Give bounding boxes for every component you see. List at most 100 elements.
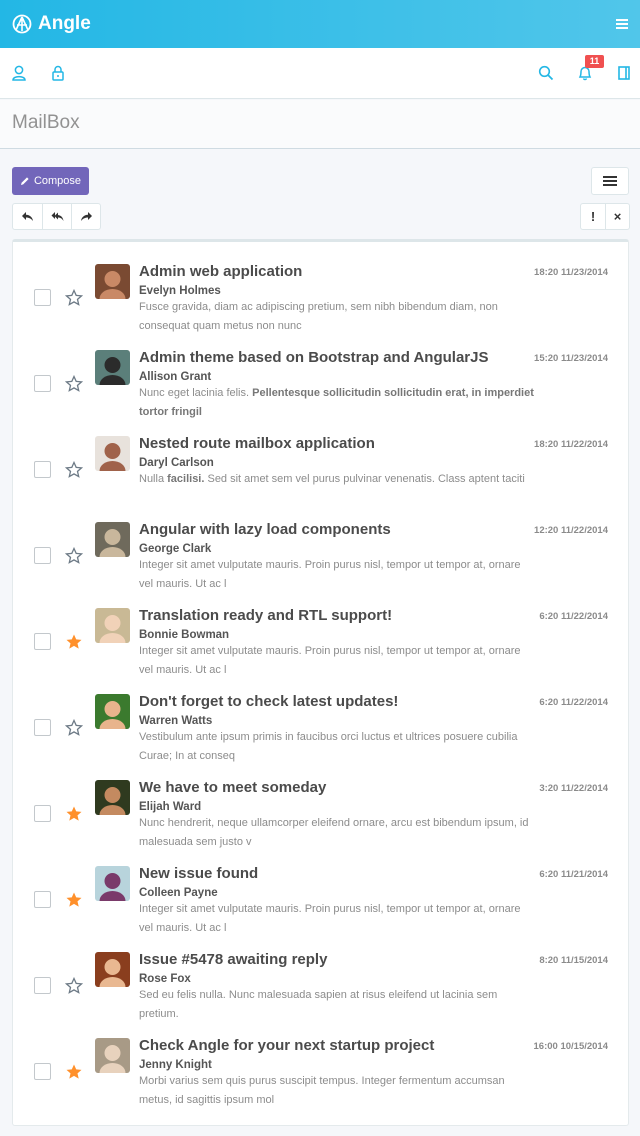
mail-subject[interactable]: New issue found bbox=[139, 865, 258, 882]
reply-icon bbox=[22, 212, 33, 221]
brand-logo[interactable]: Angle bbox=[12, 10, 91, 38]
top-navbar: Angle bbox=[0, 0, 640, 48]
star-outline-icon[interactable] bbox=[65, 977, 83, 995]
mail-checkbox[interactable] bbox=[34, 633, 51, 650]
mail-item[interactable]: Admin web application Evelyn Holmes Fusce … bbox=[13, 242, 628, 332]
avatar bbox=[95, 952, 130, 987]
mail-timestamp: 18:20 11/22/2014 bbox=[534, 439, 608, 450]
mail-checkbox[interactable] bbox=[34, 805, 51, 822]
mail-sender: Warren Watts bbox=[139, 715, 213, 727]
mail-sender: Evelyn Holmes bbox=[139, 285, 221, 297]
mail-timestamp: 3:20 11/22/2014 bbox=[539, 783, 608, 794]
forward-button[interactable] bbox=[71, 204, 100, 229]
mail-subject[interactable]: Translation ready and RTL support! bbox=[139, 607, 392, 624]
forward-icon bbox=[80, 212, 92, 221]
mail-preview: Nulla facilisi. Sed sit amet sem vel pur… bbox=[139, 470, 534, 489]
mail-checkbox[interactable] bbox=[34, 719, 51, 736]
pencil-icon bbox=[20, 177, 29, 185]
avatar bbox=[95, 264, 130, 299]
preview-text: Nunc eget lacinia felis. bbox=[139, 387, 253, 399]
mail-preview: Morbi varius sem quis purus suscipit tem… bbox=[139, 1072, 534, 1110]
avatar bbox=[95, 694, 130, 729]
delete-button[interactable]: × bbox=[605, 204, 629, 229]
list-menu-icon bbox=[603, 176, 617, 186]
mail-checkbox[interactable] bbox=[34, 1063, 51, 1080]
mail-item[interactable]: Translation ready and RTL support! Bonnie… bbox=[13, 586, 628, 676]
mail-checkbox[interactable] bbox=[34, 461, 51, 478]
mail-timestamp: 8:20 11/15/2014 bbox=[539, 955, 608, 966]
mail-timestamp: 18:20 11/23/2014 bbox=[534, 267, 608, 278]
reply-actions-group bbox=[12, 203, 101, 230]
compose-button[interactable]: Compose bbox=[12, 167, 89, 195]
preview-text: Nulla bbox=[139, 473, 168, 485]
star-outline-icon[interactable] bbox=[65, 719, 83, 737]
mail-timestamp: 15:20 11/23/2014 bbox=[534, 353, 608, 364]
mail-sender: Elijah Ward bbox=[139, 801, 202, 813]
preview-text: facilisi. bbox=[167, 473, 205, 485]
avatar bbox=[95, 866, 130, 901]
star-filled-icon[interactable] bbox=[65, 1063, 83, 1081]
mail-sender: Bonnie Bowman bbox=[139, 629, 230, 641]
mail-subject[interactable]: We have to meet someday bbox=[139, 779, 326, 796]
reply-button[interactable] bbox=[13, 204, 42, 229]
mail-list-panel: Admin web application Evelyn Holmes Fusce … bbox=[12, 239, 629, 1126]
mail-item[interactable]: Admin theme based on Bootstrap and Angul… bbox=[13, 328, 628, 418]
mail-item[interactable]: Issue #5478 awaiting reply Rose Fox Sed eu… bbox=[13, 930, 628, 1020]
mark-actions-group: ! × bbox=[580, 203, 630, 230]
content-heading: MailBox bbox=[0, 100, 640, 149]
mail-menu-button[interactable] bbox=[591, 167, 629, 195]
star-filled-icon[interactable] bbox=[65, 891, 83, 909]
mail-subject[interactable]: Issue #5478 awaiting reply bbox=[139, 951, 327, 968]
mail-timestamp: 16:00 10/15/2014 bbox=[533, 1041, 608, 1052]
reply-all-button[interactable] bbox=[42, 204, 71, 229]
star-outline-icon[interactable] bbox=[65, 289, 83, 307]
mail-timestamp: 6:20 11/22/2014 bbox=[539, 611, 608, 622]
mail-timestamp: 6:20 11/22/2014 bbox=[539, 697, 608, 708]
mail-timestamp: 12:20 11/22/2014 bbox=[534, 525, 608, 536]
mail-item[interactable]: We have to meet someday Elijah Ward Nunc h… bbox=[13, 758, 628, 848]
mail-item[interactable]: New issue found Colleen Payne Integer sit … bbox=[13, 844, 628, 934]
avatar bbox=[95, 1038, 130, 1073]
search-icon[interactable] bbox=[537, 64, 555, 82]
user-icon[interactable] bbox=[10, 64, 28, 82]
icon-bar bbox=[0, 48, 640, 99]
mail-checkbox[interactable] bbox=[34, 289, 51, 306]
reply-all-icon bbox=[51, 212, 63, 221]
mail-subject[interactable]: Admin web application bbox=[139, 263, 302, 280]
mail-sender: Jenny Knight bbox=[139, 1059, 212, 1071]
star-outline-icon[interactable] bbox=[65, 375, 83, 393]
mail-subject[interactable]: Admin theme based on Bootstrap and Angul… bbox=[139, 349, 488, 366]
notification-badge: 11 bbox=[585, 55, 604, 68]
mail-subject[interactable]: Nested route mailbox application bbox=[139, 435, 375, 452]
avatar bbox=[95, 780, 130, 815]
mail-item[interactable]: Don't forget to check latest updates! War… bbox=[13, 672, 628, 762]
close-icon: × bbox=[613, 209, 622, 224]
star-outline-icon[interactable] bbox=[65, 547, 83, 565]
mail-subject[interactable]: Don't forget to check latest updates! bbox=[139, 693, 398, 710]
mail-subject[interactable]: Angular with lazy load components bbox=[139, 521, 391, 538]
brand-name: Angle bbox=[38, 13, 91, 34]
star-outline-icon[interactable] bbox=[65, 461, 83, 479]
mail-item[interactable]: Nested route mailbox application Daryl Ca… bbox=[13, 414, 628, 500]
exclamation-icon: ! bbox=[590, 209, 596, 224]
preview-text: Sed sit amet sem vel purus pulvinar vene… bbox=[204, 473, 525, 485]
mail-sender: Daryl Carlson bbox=[139, 457, 214, 469]
avatar bbox=[95, 522, 130, 557]
lock-icon[interactable] bbox=[49, 64, 67, 82]
menu-icon[interactable] bbox=[614, 14, 630, 34]
star-filled-icon[interactable] bbox=[65, 633, 83, 651]
mail-item[interactable]: Check Angle for your next startup projec… bbox=[13, 1016, 628, 1106]
avatar bbox=[95, 608, 130, 643]
angle-logo-icon bbox=[12, 14, 32, 34]
mail-checkbox[interactable] bbox=[34, 891, 51, 908]
sidebar-toggle-icon[interactable] bbox=[615, 64, 633, 82]
preview-text: Morbi varius sem quis purus suscipit tem… bbox=[139, 1075, 505, 1106]
mark-important-button[interactable]: ! bbox=[581, 204, 605, 229]
mail-item[interactable]: Angular with lazy load components George … bbox=[13, 500, 628, 590]
mail-sender: George Clark bbox=[139, 543, 212, 555]
mail-checkbox[interactable] bbox=[34, 547, 51, 564]
mail-checkbox[interactable] bbox=[34, 375, 51, 392]
star-filled-icon[interactable] bbox=[65, 805, 83, 823]
mail-subject[interactable]: Check Angle for your next startup projec… bbox=[139, 1037, 434, 1054]
mail-checkbox[interactable] bbox=[34, 977, 51, 994]
